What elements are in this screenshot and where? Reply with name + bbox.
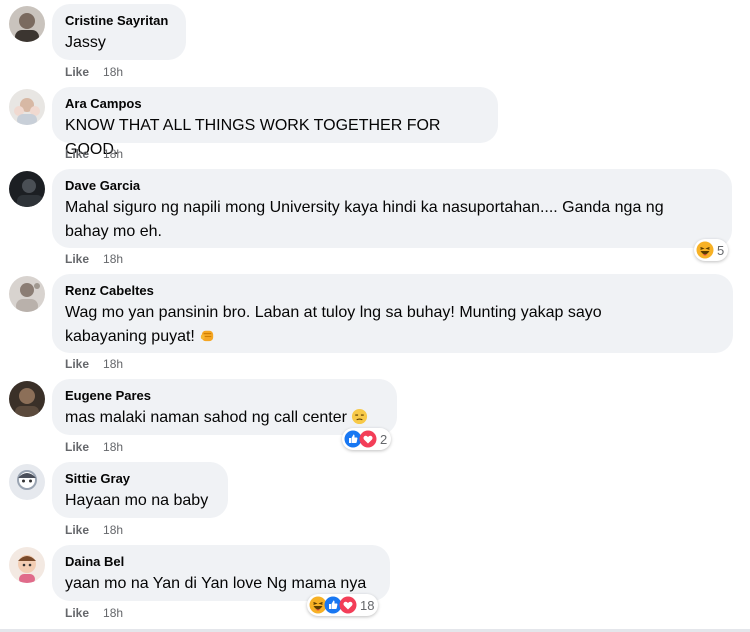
- comment-author[interactable]: Renz Cabeltes: [65, 282, 721, 299]
- like-button[interactable]: Like: [65, 440, 89, 454]
- comment-text-line: Mahal siguro ng napili mong University k…: [65, 199, 664, 216]
- comment-author[interactable]: Eugene Pares: [65, 387, 385, 404]
- comment-text-line: kabayaning puyat!: [65, 328, 195, 345]
- comment-meta: Like 18h: [65, 146, 123, 162]
- comment-bubble: Eugene Pares mas malaki naman sahod ng c…: [52, 379, 397, 435]
- comment-text-line: bahay mo eh.: [65, 223, 162, 240]
- timestamp[interactable]: 18h: [103, 252, 123, 266]
- love-reaction-icon: [339, 596, 357, 614]
- comment-bubble: Renz Cabeltes Wag mo yan pansinin bro. L…: [52, 274, 733, 353]
- comment-meta: Like 18h: [65, 356, 123, 372]
- avatar[interactable]: [9, 276, 45, 312]
- comment-author[interactable]: Daina Bel: [65, 553, 378, 570]
- reaction-summary[interactable]: 18: [307, 594, 379, 616]
- reaction-summary[interactable]: 5: [694, 239, 729, 261]
- avatar[interactable]: [9, 89, 45, 125]
- like-button[interactable]: Like: [65, 65, 89, 79]
- like-button[interactable]: Like: [65, 357, 89, 371]
- reaction-count: 5: [717, 242, 725, 258]
- comment-author[interactable]: Ara Campos: [65, 95, 486, 112]
- love-reaction-icon: [359, 430, 377, 448]
- comment-bubble: Daina Bel yaan mo na Yan di Yan love Ng …: [52, 545, 390, 601]
- reaction-summary[interactable]: 2: [342, 428, 392, 450]
- comment-author[interactable]: Sittie Gray: [65, 470, 216, 487]
- comment-meta: Like 18h: [65, 64, 123, 80]
- avatar[interactable]: [9, 381, 45, 417]
- comment-text: Wag mo yan pansinin bro. Laban at tuloy …: [65, 301, 721, 349]
- timestamp[interactable]: 18h: [103, 440, 123, 454]
- like-button[interactable]: Like: [65, 523, 89, 537]
- comment-bubble: Sittie Gray Hayaan mo na baby: [52, 462, 228, 518]
- comment-meta: Like 18h: [65, 522, 123, 538]
- comment-text: yaan mo na Yan di Yan love Ng mama nya: [65, 575, 367, 592]
- reaction-count: 18: [360, 597, 375, 613]
- comment-text: Mahal siguro ng napili mong University k…: [65, 196, 720, 244]
- avatar[interactable]: [9, 547, 45, 583]
- timestamp[interactable]: 18h: [103, 65, 123, 79]
- comment-text: mas malaki naman sahod ng call center: [65, 406, 385, 430]
- comment-bubble: Ara Campos KNOW THAT ALL THINGS WORK TOG…: [52, 87, 498, 158]
- comment-meta: Like 18h: [65, 605, 123, 621]
- comment-author[interactable]: Cristine Sayritan: [65, 12, 174, 29]
- avatar[interactable]: [9, 171, 45, 207]
- like-button[interactable]: Like: [65, 606, 89, 620]
- avatar[interactable]: [9, 464, 45, 500]
- timestamp[interactable]: 18h: [103, 523, 123, 537]
- timestamp[interactable]: 18h: [103, 357, 123, 371]
- reaction-count: 2: [380, 431, 388, 447]
- comment-author[interactable]: Dave Garcia: [65, 177, 720, 194]
- like-button[interactable]: Like: [65, 252, 89, 266]
- comment-text-content: mas malaki naman sahod ng call center: [65, 409, 347, 426]
- timestamp[interactable]: 18h: [103, 147, 123, 161]
- comment-meta: Like 18h: [65, 439, 123, 455]
- comment-text: Jassy: [65, 34, 106, 51]
- comment-bubble: Cristine Sayritan Jassy: [52, 4, 186, 60]
- avatar[interactable]: [9, 6, 45, 42]
- like-button[interactable]: Like: [65, 147, 89, 161]
- comment-text: Hayaan mo na baby: [65, 492, 209, 509]
- haha-reaction-icon: [696, 241, 714, 259]
- timestamp[interactable]: 18h: [103, 606, 123, 620]
- comment-meta: Like 18h: [65, 251, 123, 267]
- comment-text: KNOW THAT ALL THINGS WORK TOGETHER FOR G…: [65, 117, 441, 158]
- fist-bump-emoji-icon: [201, 330, 214, 342]
- unamused-emoji-icon: [352, 408, 368, 425]
- comment-text-line: Wag mo yan pansinin bro. Laban at tuloy …: [65, 304, 602, 321]
- comment-bubble: Dave Garcia Mahal siguro ng napili mong …: [52, 169, 732, 248]
